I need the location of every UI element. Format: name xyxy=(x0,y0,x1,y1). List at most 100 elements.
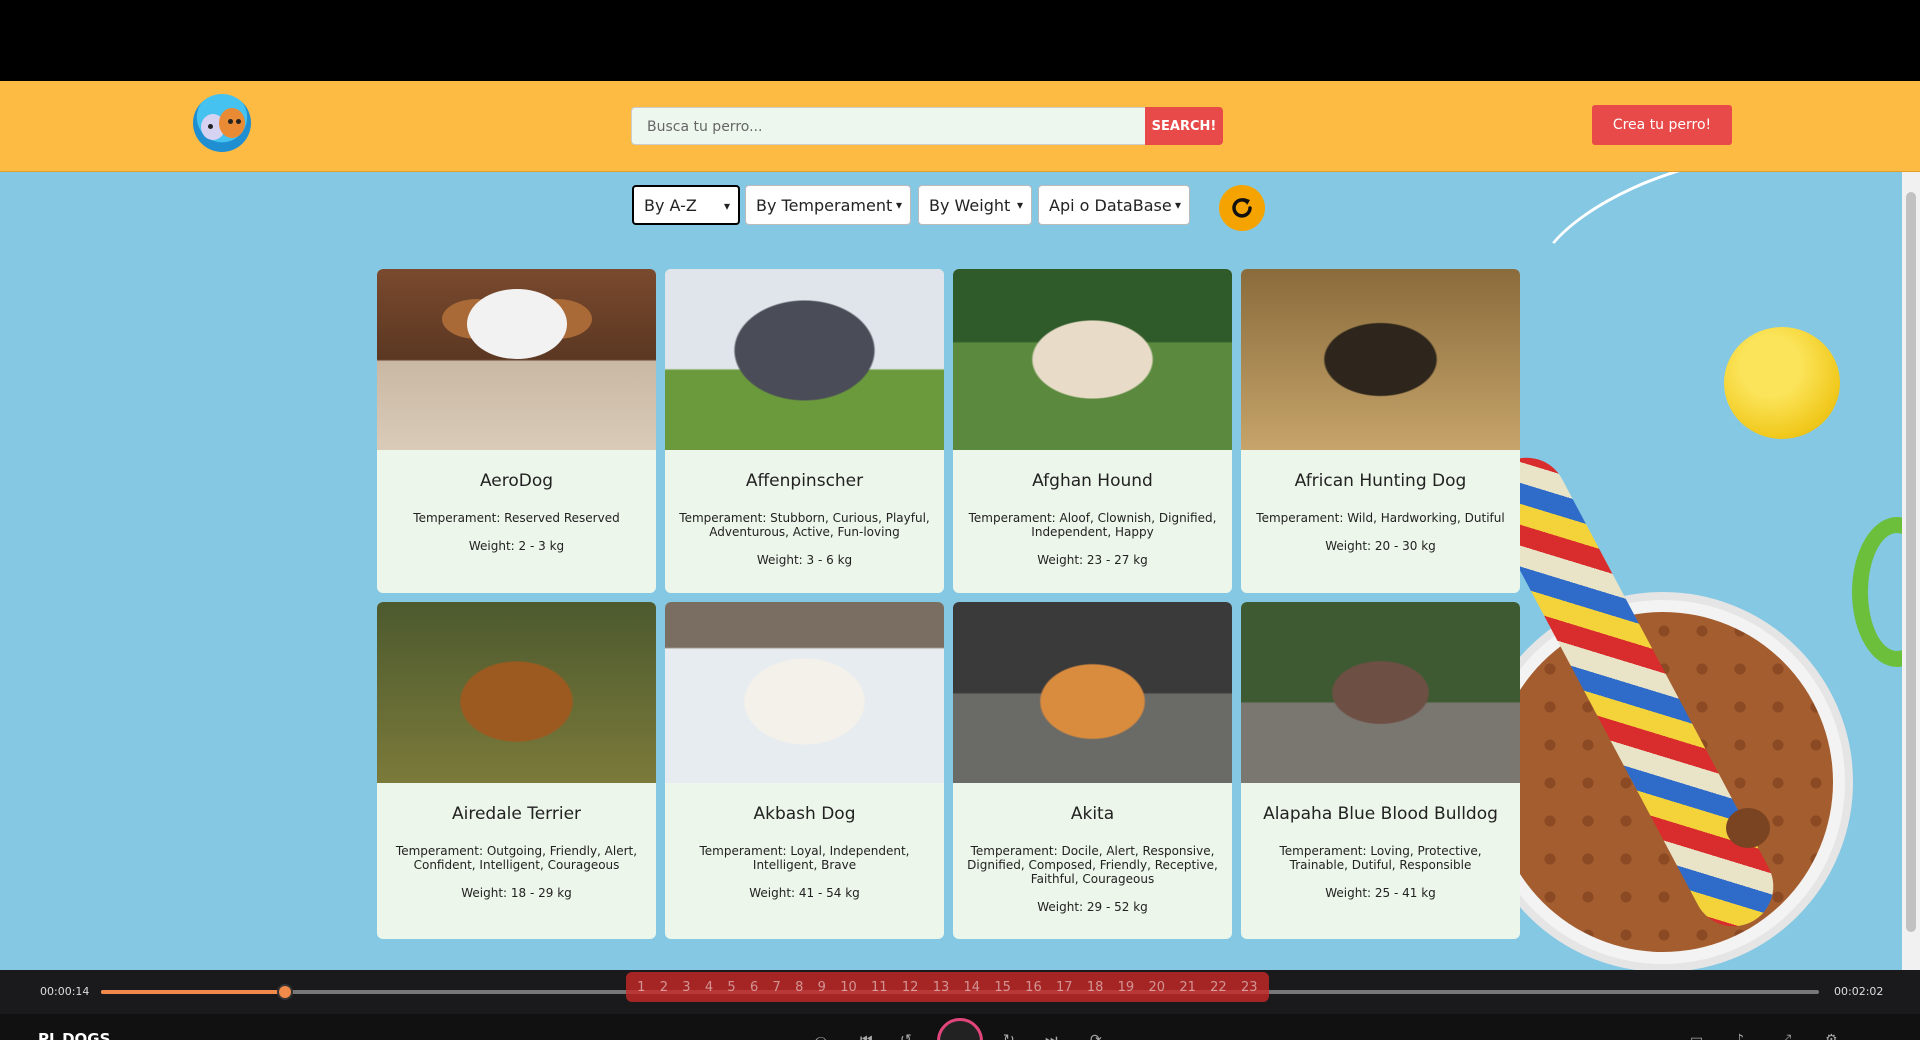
app-name: PI_DOGS xyxy=(38,1030,111,1040)
dog-name: Airedale Terrier xyxy=(451,804,582,824)
dog-image xyxy=(1241,602,1520,783)
dog-weight: Weight: 2 - 3 kg xyxy=(468,539,565,553)
page-number[interactable]: 15 xyxy=(994,980,1011,995)
dog-card[interactable]: Affenpinscher Temperament: Stubborn, Cur… xyxy=(665,269,944,593)
page-number[interactable]: 5 xyxy=(727,980,735,995)
dog-temperament: Temperament: Outgoing, Friendly, Alert, … xyxy=(395,844,638,872)
chevron-down-icon: ▾ xyxy=(1174,198,1181,212)
dog-weight: Weight: 3 - 6 kg xyxy=(756,553,853,567)
settings-icon[interactable]: ⚙ xyxy=(1825,1032,1838,1040)
page-number[interactable]: 22 xyxy=(1210,980,1227,995)
dog-temperament: Temperament: Aloof, Clownish, Dignified,… xyxy=(968,511,1217,539)
dog-name: Akbash Dog xyxy=(753,804,856,824)
sort-az-select[interactable]: By A-Z ▾ xyxy=(632,185,740,225)
page-number[interactable]: 21 xyxy=(1179,980,1196,995)
page-number[interactable]: 23 xyxy=(1241,980,1258,995)
rewind-icon[interactable]: ↺ xyxy=(900,1032,912,1040)
weight-select[interactable]: By Weight ▾ xyxy=(918,185,1032,225)
page-number[interactable]: 10 xyxy=(840,980,857,995)
dog-temperament: Temperament: Reserved Reserved xyxy=(413,511,620,525)
dog-card[interactable]: AeroDog Temperament: Reserved Reserved W… xyxy=(377,269,656,593)
page-number[interactable]: 9 xyxy=(818,980,826,995)
dog-temperament: Temperament: Loyal, Independent, Intelli… xyxy=(699,844,910,872)
page-number[interactable]: 4 xyxy=(705,980,713,995)
dog-temperament: Temperament: Stubborn, Curious, Playful,… xyxy=(679,511,930,539)
chevron-down-icon: ▾ xyxy=(723,199,730,213)
logo-icon[interactable] xyxy=(193,94,251,152)
chevron-down-icon: ▾ xyxy=(1016,198,1023,212)
scrollbar-thumb[interactable] xyxy=(1906,192,1916,932)
dog-weight: Weight: 20 - 30 kg xyxy=(1325,539,1436,553)
temperament-select[interactable]: By Temperament ▾ xyxy=(745,185,911,225)
page-number[interactable]: 14 xyxy=(964,980,981,995)
dog-card[interactable]: Alapaha Blue Blood Bulldog Temperament: … xyxy=(1241,602,1520,939)
pagination: 1 2 3 4 5 6 7 8 9 10 11 12 13 14 15 16 17 18 19 20 21 22 23 xyxy=(626,972,1269,1002)
next-icon[interactable]: ⏭ xyxy=(1045,1032,1058,1040)
search-input[interactable]: Busca tu perro... xyxy=(631,107,1146,145)
subtitles-icon[interactable]: ▭ xyxy=(1690,1032,1703,1040)
dog-weight: Weight: 29 - 52 kg xyxy=(1037,900,1148,914)
background-decoration xyxy=(1724,327,1840,439)
skip-back-icon[interactable]: ⤺ xyxy=(812,1032,827,1040)
page-number[interactable]: 20 xyxy=(1148,980,1165,995)
page-number[interactable]: 2 xyxy=(660,980,668,995)
page-number[interactable]: 13 xyxy=(933,980,950,995)
dog-name: Afghan Hound xyxy=(1032,471,1153,491)
player-controls: PI_DOGS ⤺ ⏮ ↺ ↻ ⏭ ⟳ ▭ ♪ ⤢ ⚙ xyxy=(0,1014,1920,1040)
volume-icon[interactable]: ♪ xyxy=(1735,1032,1744,1040)
page-number[interactable]: 6 xyxy=(750,980,758,995)
search-button[interactable]: SEARCH! xyxy=(1145,107,1223,145)
dog-temperament: Temperament: Wild, Hardworking, Dutiful xyxy=(1256,511,1505,525)
dog-image xyxy=(377,269,656,450)
create-dog-button[interactable]: Crea tu perro! xyxy=(1592,105,1732,145)
elapsed-time: 00:00:14 xyxy=(40,985,90,998)
dog-image xyxy=(665,602,944,783)
page-number[interactable]: 18 xyxy=(1087,980,1104,995)
page-number[interactable]: 19 xyxy=(1118,980,1135,995)
dog-temperament: Temperament: Docile, Alert, Responsive, … xyxy=(967,844,1218,886)
dog-card[interactable]: Airedale Terrier Temperament: Outgoing, … xyxy=(377,602,656,939)
page-number[interactable]: 8 xyxy=(795,980,803,995)
page-number[interactable]: 1 xyxy=(637,980,645,995)
dog-card[interactable]: Akbash Dog Temperament: Loyal, Independe… xyxy=(665,602,944,939)
dog-name: Alapaha Blue Blood Bulldog xyxy=(1263,804,1498,824)
refresh-icon xyxy=(1232,198,1252,218)
select-label: By Weight xyxy=(929,195,1011,215)
dog-image xyxy=(953,602,1232,783)
page-number[interactable]: 12 xyxy=(902,980,919,995)
seek-handle[interactable] xyxy=(276,984,293,1000)
dog-name: AeroDog xyxy=(479,471,554,491)
dog-weight: Weight: 41 - 54 kg xyxy=(749,886,860,900)
dog-name: Affenpinscher xyxy=(745,471,864,491)
background-decoration xyxy=(1852,517,1902,667)
dog-image xyxy=(377,602,656,783)
pause-button[interactable] xyxy=(937,1018,983,1040)
background-decoration xyxy=(1726,808,1770,848)
page-number[interactable]: 17 xyxy=(1056,980,1073,995)
dog-image xyxy=(665,269,944,450)
page-number[interactable]: 11 xyxy=(871,980,888,995)
total-time: 00:02:02 xyxy=(1834,985,1884,998)
page-number[interactable]: 16 xyxy=(1025,980,1042,995)
dog-card[interactable]: African Hunting Dog Temperament: Wild, H… xyxy=(1241,269,1520,593)
dog-temperament: Temperament: Loving, Protective, Trainab… xyxy=(1279,844,1482,872)
fullscreen-icon[interactable]: ⤢ xyxy=(1780,1032,1791,1040)
source-select[interactable]: Api o DataBase ▾ xyxy=(1038,185,1190,225)
previous-icon[interactable]: ⏮ xyxy=(860,1032,873,1040)
page-number[interactable]: 3 xyxy=(682,980,690,995)
page-number[interactable]: 7 xyxy=(773,980,781,995)
video-player-bar: 00:00:14 00:02:02 1 2 3 4 5 6 7 8 9 10 11 12 13 14 15 1… xyxy=(0,970,1920,1014)
page-scrollbar[interactable] xyxy=(1902,172,1920,970)
dog-card[interactable]: Akita Temperament: Docile, Alert, Respon… xyxy=(953,602,1232,939)
dog-weight: Weight: 18 - 29 kg xyxy=(461,886,572,900)
seek-progress xyxy=(101,990,285,994)
search-placeholder: Busca tu perro... xyxy=(647,119,763,135)
loop-icon[interactable]: ⟳ xyxy=(1090,1032,1102,1040)
forward-icon[interactable]: ↻ xyxy=(1003,1032,1015,1040)
dog-weight: Weight: 25 - 41 kg xyxy=(1325,886,1436,900)
main-content: By A-Z ▾ By Temperament ▾ By Weight ▾ Ap… xyxy=(0,172,1902,970)
dog-name: African Hunting Dog xyxy=(1294,471,1467,491)
refresh-button[interactable] xyxy=(1219,185,1265,231)
dog-card[interactable]: Afghan Hound Temperament: Aloof, Clownis… xyxy=(953,269,1232,593)
filter-bar: By A-Z ▾ By Temperament ▾ By Weight ▾ Ap… xyxy=(0,185,1902,231)
